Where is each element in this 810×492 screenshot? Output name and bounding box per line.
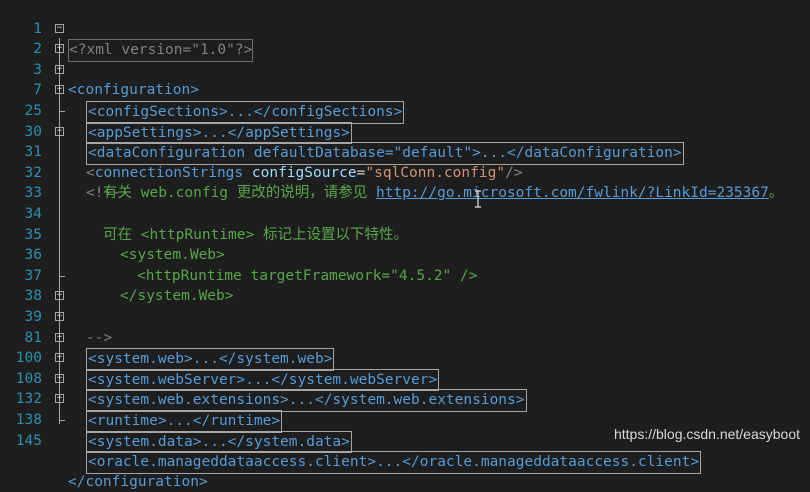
fold-tick — [59, 275, 65, 277]
line-number: 145 — [15, 432, 42, 449]
code-line-7: 7 + <appSettings>...</appSettings> — [0, 60, 810, 145]
watermark: https://blog.csdn.net/easyboot — [613, 426, 800, 442]
expand-toggle-icon[interactable]: + — [55, 44, 64, 54]
expand-toggle-icon[interactable]: + — [55, 332, 64, 342]
root-close-tag: </configuration> — [68, 473, 208, 490]
expand-toggle-icon[interactable]: + — [55, 394, 64, 404]
code-line-33: 33 — [0, 163, 810, 201]
code-line-138: 138 + <oracle.manageddataaccess.client>.… — [0, 389, 810, 474]
code-line-37: 37 </system.Web> — [0, 245, 810, 305]
code-line-36: 36 <httpRuntime targetFramework="4.5.2" … — [0, 225, 810, 284]
expand-toggle-icon[interactable]: + — [55, 353, 64, 363]
expand-toggle-icon[interactable]: + — [55, 85, 64, 95]
fold-tick — [59, 420, 65, 421]
collapsed-system-data[interactable]: <system.data>...</system.data> — [86, 430, 352, 454]
expand-toggle-icon[interactable]: + — [55, 373, 64, 383]
code-line-39: 39 + <system.web>...</system.web> — [0, 286, 810, 371]
code-line-31: 31 − <!-- — [0, 122, 810, 201]
code-line-2: 2 − <configuration> — [0, 19, 810, 98]
code-line-100: 100 + <system.web.extensions>...</system… — [0, 328, 810, 412]
code-line-34: 34 可在 <httpRuntime> 标记上设置以下特性。 — [0, 183, 810, 243]
expand-toggle-icon[interactable]: + — [55, 291, 64, 301]
text-cursor-icon — [475, 190, 481, 208]
code-line-32: 32 有关 web.config 更改的说明，请参见 http://go.mic… — [0, 142, 810, 202]
code-line-25: 25 + <dataConfiguration defaultDatabase=… — [0, 80, 810, 165]
collapse-toggle-icon[interactable]: − — [55, 126, 64, 136]
collapse-toggle-icon[interactable]: − — [55, 23, 64, 33]
code-line-35: 35 <system.Web> — [0, 204, 810, 264]
code-line-38: 38 --> — [0, 266, 810, 346]
code-line-108: 108 + <runtime>...</runtime> — [0, 348, 810, 433]
code-line-3: 3 + <configSections>...</configSections> — [0, 39, 810, 124]
expand-toggle-icon[interactable]: + — [55, 64, 64, 74]
code-line-132: 132 + <system.data>...</system.data> — [0, 369, 810, 454]
expand-toggle-icon[interactable]: + — [55, 312, 64, 321]
fold-tick — [59, 111, 65, 112]
code-line-1: 1 <?xml version="1.0"?> — [0, 0, 810, 62]
collapsed-oracle-client[interactable]: <oracle.manageddataaccess.client>...</or… — [86, 451, 702, 474]
code-line-30: 30 <connectionStrings configSource="sqlC… — [0, 101, 810, 181]
code-line-81: 81 + <system.webServer>...</system.webSe… — [0, 307, 810, 392]
